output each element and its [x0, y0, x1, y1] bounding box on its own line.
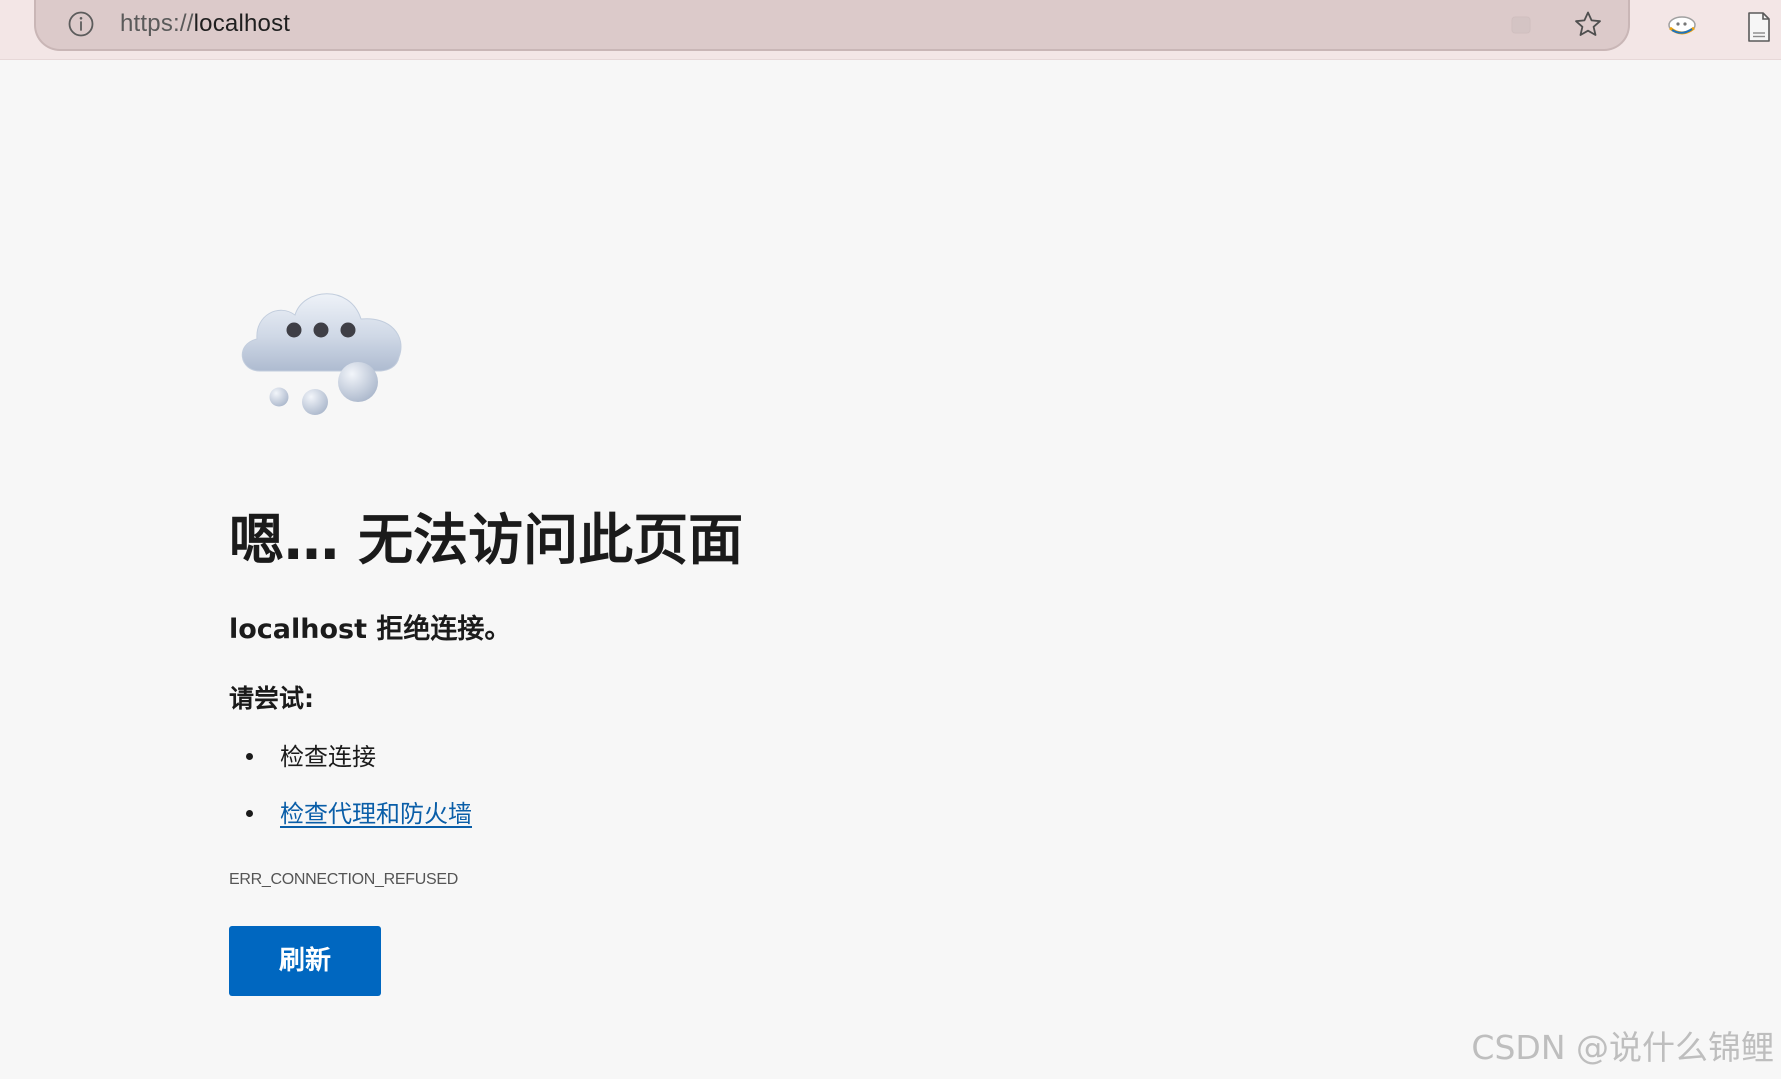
suggestion-check-connection: 检查连接 — [280, 743, 376, 771]
error-subheading: localhost 拒绝连接。 — [229, 614, 512, 645]
cloud-icon — [229, 270, 419, 420]
bullet — [246, 810, 253, 817]
list-item: 检查连接 — [229, 736, 472, 793]
watermark: CSDN @说什么锦鲤 — [1471, 1028, 1774, 1067]
star-icon[interactable] — [1571, 8, 1605, 42]
url-text[interactable]: https://localhost — [120, 9, 290, 39]
address-bar[interactable]: https://localhost — [34, 0, 1630, 51]
page-title: 嗯… 无法访问此页面 — [229, 508, 744, 572]
document-icon[interactable] — [1739, 8, 1777, 46]
extension-icon[interactable] — [1504, 8, 1538, 42]
error-code: ERR_CONNECTION_REFUSED — [229, 871, 458, 888]
suggestion-list: 检查连接 检查代理和防火墙 — [229, 736, 472, 850]
check-proxy-firewall-link[interactable]: 检查代理和防火墙 — [280, 800, 472, 828]
refresh-button[interactable]: 刷新 — [229, 926, 381, 996]
bullet — [246, 753, 253, 760]
info-circle-icon[interactable] — [66, 9, 96, 39]
url-host: localhost — [193, 10, 291, 37]
browser-toolbar: https://localhost — [0, 0, 1781, 60]
url-scheme: https:// — [120, 10, 194, 37]
extension-icon[interactable] — [1663, 8, 1701, 46]
list-item: 检查代理和防火墙 — [229, 793, 472, 850]
try-label: 请尝试: — [229, 684, 314, 713]
